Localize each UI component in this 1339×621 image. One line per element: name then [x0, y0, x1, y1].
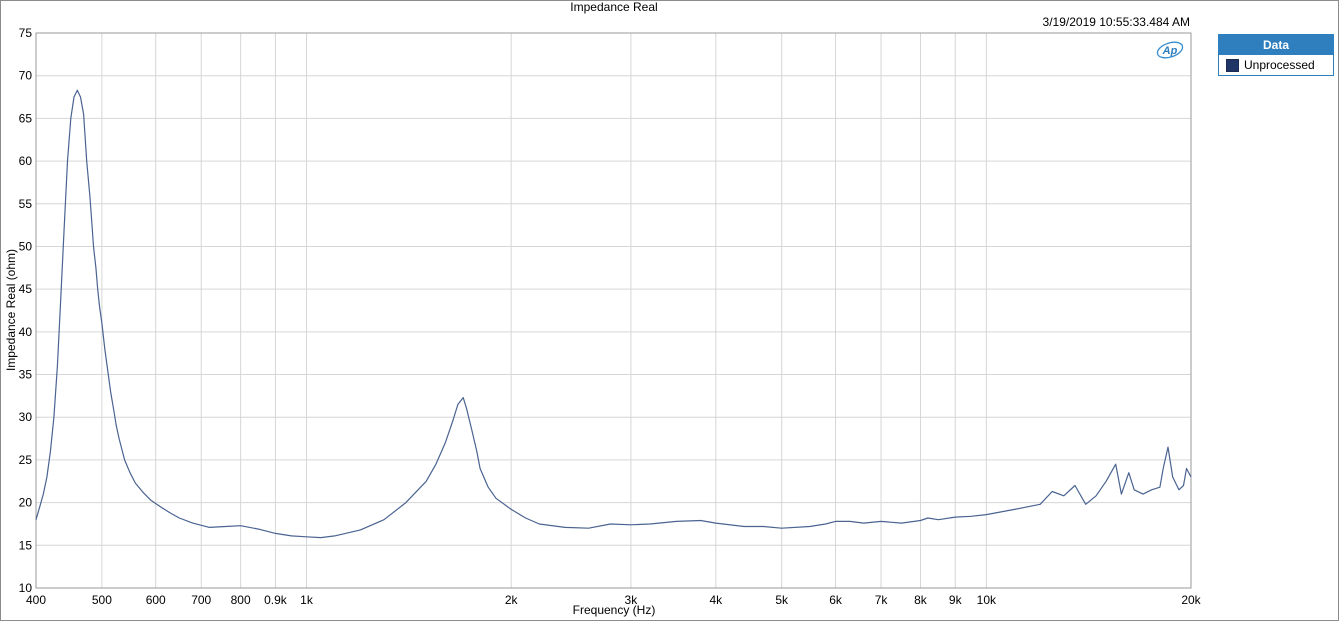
x-tick-label: 400 [26, 593, 46, 607]
x-tick-label: 800 [231, 593, 251, 607]
x-tick-label: 2k [505, 593, 519, 607]
y-tick-label: 30 [19, 410, 33, 424]
x-tick-label: 7k [875, 593, 889, 607]
y-tick-label: 40 [19, 325, 33, 339]
legend: Data Unprocessed [1218, 34, 1334, 76]
x-tick-label: 4k [709, 593, 723, 607]
y-tick-label: 50 [19, 239, 33, 253]
y-axis-title: Impedance Real (ohm) [4, 249, 18, 371]
x-tick-label: 8k [914, 593, 928, 607]
legend-entry-unprocessed[interactable]: Unprocessed [1219, 55, 1333, 75]
x-tick-label: 10k [977, 593, 997, 607]
x-tick-label: 9k [949, 593, 963, 607]
y-tick-label: 70 [19, 69, 33, 83]
y-tick-label: 65 [19, 111, 33, 125]
chart-title: Impedance Real [570, 0, 657, 14]
y-tick-label: 15 [19, 538, 33, 552]
ap-logo: Ap [1156, 41, 1184, 59]
x-tick-label: 6k [829, 593, 843, 607]
legend-entry-label: Unprocessed [1244, 58, 1315, 72]
x-tick-label: 600 [146, 593, 166, 607]
y-tick-label: 55 [19, 197, 33, 211]
y-tick-label: 25 [19, 453, 33, 467]
plot-area-border [35, 32, 1192, 589]
x-axis-title: Frequency (Hz) [573, 603, 656, 617]
x-tick-label: 20k [1181, 593, 1201, 607]
chart-timestamp: 3/19/2019 10:55:33.484 AM [1043, 15, 1190, 29]
impedance-chart: Impedance Real 3/19/2019 10:55:33.484 AM… [4, 0, 1202, 617]
y-tick-label: 60 [19, 154, 33, 168]
y-tick-label: 75 [19, 26, 33, 40]
series-layer [35, 89, 1192, 539]
x-tick-label: 1k [300, 593, 314, 607]
legend-title: Data [1219, 35, 1333, 55]
legend-swatch [1226, 58, 1239, 72]
x-tick-label: 5k [775, 593, 789, 607]
y-tick-label: 20 [19, 496, 33, 510]
series-line-unprocessed [35, 89, 1192, 539]
x-tick-label: 500 [92, 593, 112, 607]
y-tick-label: 35 [19, 368, 33, 382]
x-tick-label: 700 [191, 593, 211, 607]
ap-logo-text: Ap [1162, 45, 1178, 57]
y-tick-label: 45 [19, 282, 33, 296]
grid-lines [35, 32, 1192, 589]
y-axis-ticks: 1015202530354045505560657075 [19, 26, 33, 595]
x-tick-label: 0.9k [264, 593, 288, 607]
